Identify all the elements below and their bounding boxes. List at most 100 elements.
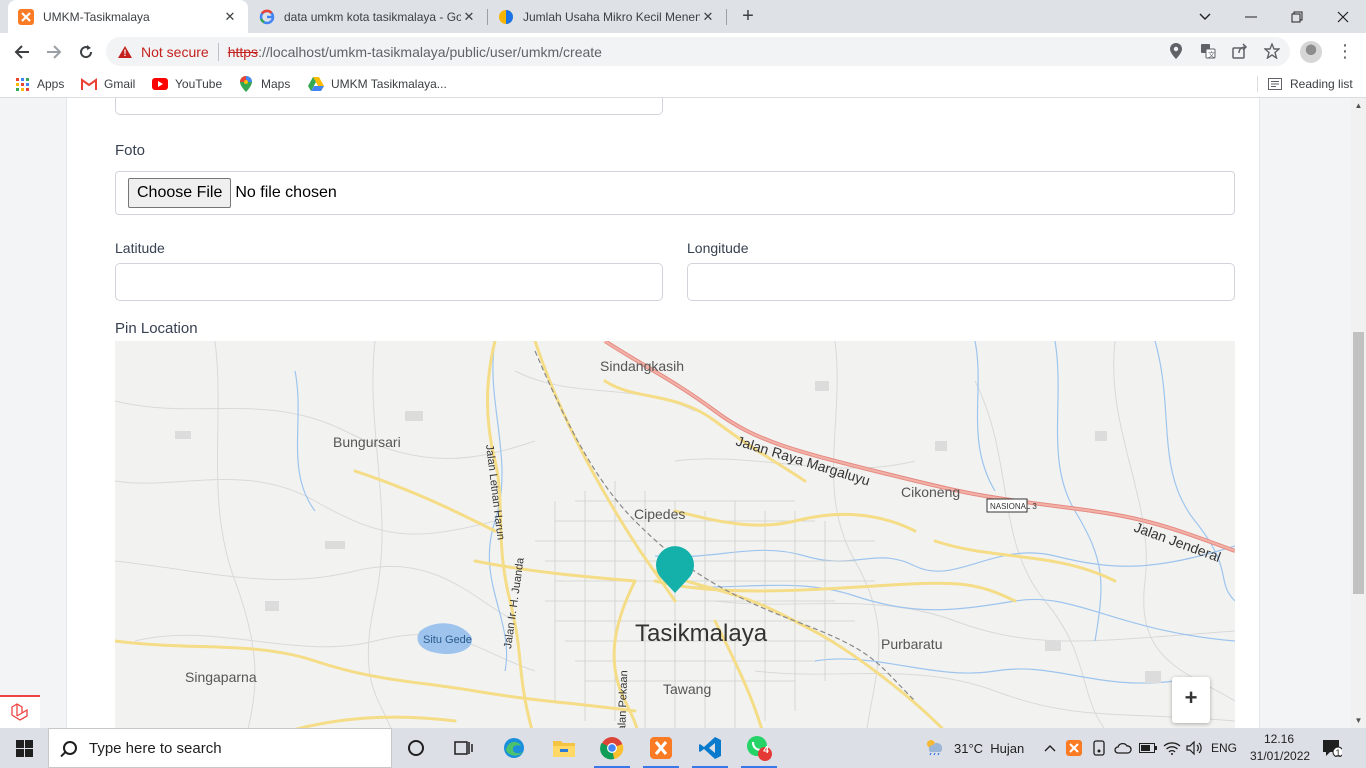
share-icon[interactable] bbox=[1230, 41, 1250, 61]
bookmark-youtube[interactable]: YouTube bbox=[152, 76, 222, 92]
vscode-icon[interactable] bbox=[686, 728, 734, 768]
bookmark-maps[interactable]: Maps bbox=[238, 76, 290, 92]
chrome-taskbar-icon[interactable] bbox=[588, 728, 636, 768]
location-pin-icon[interactable] bbox=[1166, 41, 1186, 61]
tab-umkm-tasikmalaya[interactable]: UMKM-Tasikmalaya ✕ bbox=[8, 0, 248, 33]
gmail-icon bbox=[81, 76, 97, 92]
tab-strip: UMKM-Tasikmalaya ✕ data umkm kota tasikm… bbox=[0, 0, 1366, 33]
input-language[interactable]: ENG bbox=[1211, 728, 1237, 768]
edge-icon[interactable] bbox=[490, 728, 538, 768]
reading-list-label: Reading list bbox=[1290, 77, 1353, 91]
foto-file-input[interactable]: Choose File No file chosen bbox=[115, 171, 1235, 215]
address-bar[interactable]: ! Not secure https://localhost/umkm-tasi… bbox=[106, 37, 1290, 66]
bookmarks-separator bbox=[1257, 76, 1258, 92]
onedrive-icon[interactable] bbox=[1114, 728, 1132, 768]
search-icon bbox=[63, 741, 77, 755]
map-label-jalan-pekaan: Jalan Pekaan bbox=[616, 670, 630, 728]
url-scheme: https bbox=[227, 43, 259, 60]
url-text[interactable]: https://localhost/umkm-tasikmalaya/publi… bbox=[228, 44, 602, 60]
search-placeholder: Type here to search bbox=[89, 739, 222, 757]
zoom-in-button[interactable]: + bbox=[1172, 677, 1210, 723]
scrollbar-thumb[interactable] bbox=[1353, 332, 1364, 594]
cortana-icon[interactable] bbox=[392, 728, 440, 768]
xampp-taskbar-icon[interactable] bbox=[637, 728, 685, 768]
task-view-icon[interactable] bbox=[440, 728, 488, 768]
new-tab-icon[interactable]: + bbox=[737, 6, 759, 28]
system-clock[interactable]: 12.16 31/01/2022 bbox=[1250, 731, 1310, 765]
map-label-nasional: NASIONAL 3 bbox=[990, 502, 1037, 511]
back-arrow-icon[interactable] bbox=[8, 38, 36, 66]
windows-start-icon[interactable] bbox=[0, 728, 48, 768]
bookmark-gmail[interactable]: Gmail bbox=[81, 76, 135, 92]
youtube-icon bbox=[152, 76, 168, 92]
tab-jumlah-usaha[interactable]: Jumlah Usaha Mikro Kecil Menen ✕ bbox=[488, 0, 726, 33]
map-label-purbaratu: Purbaratu bbox=[881, 636, 942, 652]
close-window-icon[interactable] bbox=[1320, 0, 1366, 33]
notification-count: 1 bbox=[1335, 748, 1341, 758]
bookmark-star-icon[interactable] bbox=[1262, 41, 1282, 61]
bookmarks-bar: Apps Gmail YouTube Maps UMKM Tasikmalaya… bbox=[0, 70, 1366, 98]
url-path: ://localhost/umkm-tasikmalaya/public/use… bbox=[258, 43, 602, 60]
file-explorer-icon[interactable] bbox=[540, 728, 588, 768]
xampp-tray-icon[interactable] bbox=[1066, 728, 1082, 768]
notification-center-icon[interactable]: 1 bbox=[1322, 728, 1342, 768]
browser-toolbar: ! Not secure https://localhost/umkm-tasi… bbox=[0, 33, 1366, 70]
google-drive-icon bbox=[308, 76, 324, 92]
longitude-input[interactable] bbox=[687, 263, 1235, 301]
restore-icon[interactable] bbox=[1274, 0, 1320, 33]
profile-avatar[interactable] bbox=[1300, 41, 1322, 63]
close-tab-icon[interactable]: ✕ bbox=[222, 9, 238, 25]
page-scrollbar[interactable]: ▲ ▼ bbox=[1351, 98, 1366, 728]
not-secure-indicator[interactable]: ! Not secure bbox=[118, 44, 209, 60]
file-status-text: No file chosen bbox=[235, 184, 337, 201]
whatsapp-badge: 4 bbox=[763, 745, 769, 756]
latitude-label: Latitude bbox=[115, 240, 165, 256]
bookmark-umkm-drive[interactable]: UMKM Tasikmalaya... bbox=[308, 76, 447, 92]
previous-field-input[interactable] bbox=[115, 98, 663, 115]
tray-overflow-icon[interactable] bbox=[1044, 728, 1056, 768]
minimize-icon[interactable] bbox=[1228, 0, 1274, 33]
longitude-label: Longitude bbox=[687, 240, 749, 256]
security-label: Not secure bbox=[141, 43, 209, 60]
translate-icon[interactable]: 文 bbox=[1198, 41, 1218, 61]
bookmark-label: YouTube bbox=[175, 77, 223, 91]
weather-text: 31°C Hujan bbox=[954, 740, 1025, 756]
svg-text:文: 文 bbox=[1208, 50, 1215, 59]
scroll-up-icon[interactable]: ▲ bbox=[1351, 98, 1366, 113]
laravel-debug-icon[interactable] bbox=[0, 695, 40, 728]
tab-google-search[interactable]: data umkm kota tasikmalaya - Go ✕ bbox=[249, 0, 487, 33]
bookmark-label: Gmail bbox=[104, 77, 136, 91]
foto-label: Foto bbox=[115, 142, 146, 159]
device-tray-icon[interactable] bbox=[1091, 728, 1107, 768]
clock-time: 12.16 bbox=[1263, 732, 1295, 746]
google-icon bbox=[259, 9, 275, 25]
map-label-cipedes: Cipedes bbox=[634, 506, 685, 522]
warning-icon: ! bbox=[118, 45, 132, 58]
page-content: Foto Choose File No file chosen Latitude… bbox=[0, 98, 1351, 728]
bookmark-label: Apps bbox=[37, 77, 65, 91]
close-tab-icon[interactable]: ✕ bbox=[461, 9, 477, 25]
tab-title: data umkm kota tasikmalaya - Go bbox=[284, 9, 461, 24]
bookmark-apps[interactable]: Apps bbox=[14, 76, 64, 92]
latitude-input[interactable] bbox=[115, 263, 663, 301]
volume-icon[interactable] bbox=[1186, 728, 1204, 768]
data-site-icon bbox=[498, 9, 514, 25]
whatsapp-icon[interactable]: 4 bbox=[735, 728, 783, 768]
battery-icon[interactable] bbox=[1139, 728, 1157, 768]
close-tab-icon[interactable]: ✕ bbox=[700, 9, 716, 25]
choose-file-button[interactable]: Choose File bbox=[128, 178, 232, 208]
tab-search-icon[interactable] bbox=[1182, 0, 1228, 33]
pin-location-label: Pin Location bbox=[115, 320, 198, 337]
weather-widget[interactable]: 31°C Hujan bbox=[924, 728, 1024, 768]
taskbar-search-box[interactable]: Type here to search bbox=[48, 728, 392, 768]
forward-arrow-icon[interactable] bbox=[40, 38, 68, 66]
omnibox-separator bbox=[217, 42, 219, 61]
maps-pin-icon bbox=[238, 76, 254, 92]
pin-location-map[interactable]: Sindangkasih Bungursari Cipedes Cikoneng… bbox=[115, 341, 1235, 728]
reload-icon[interactable] bbox=[72, 38, 100, 66]
browser-menu-icon[interactable]: ⋮ bbox=[1336, 40, 1354, 62]
scroll-down-icon[interactable]: ▼ bbox=[1351, 713, 1366, 728]
map-label-tawang: Tawang bbox=[663, 681, 711, 697]
reading-list-button[interactable]: Reading list bbox=[1267, 76, 1353, 92]
wifi-icon[interactable] bbox=[1163, 728, 1181, 768]
